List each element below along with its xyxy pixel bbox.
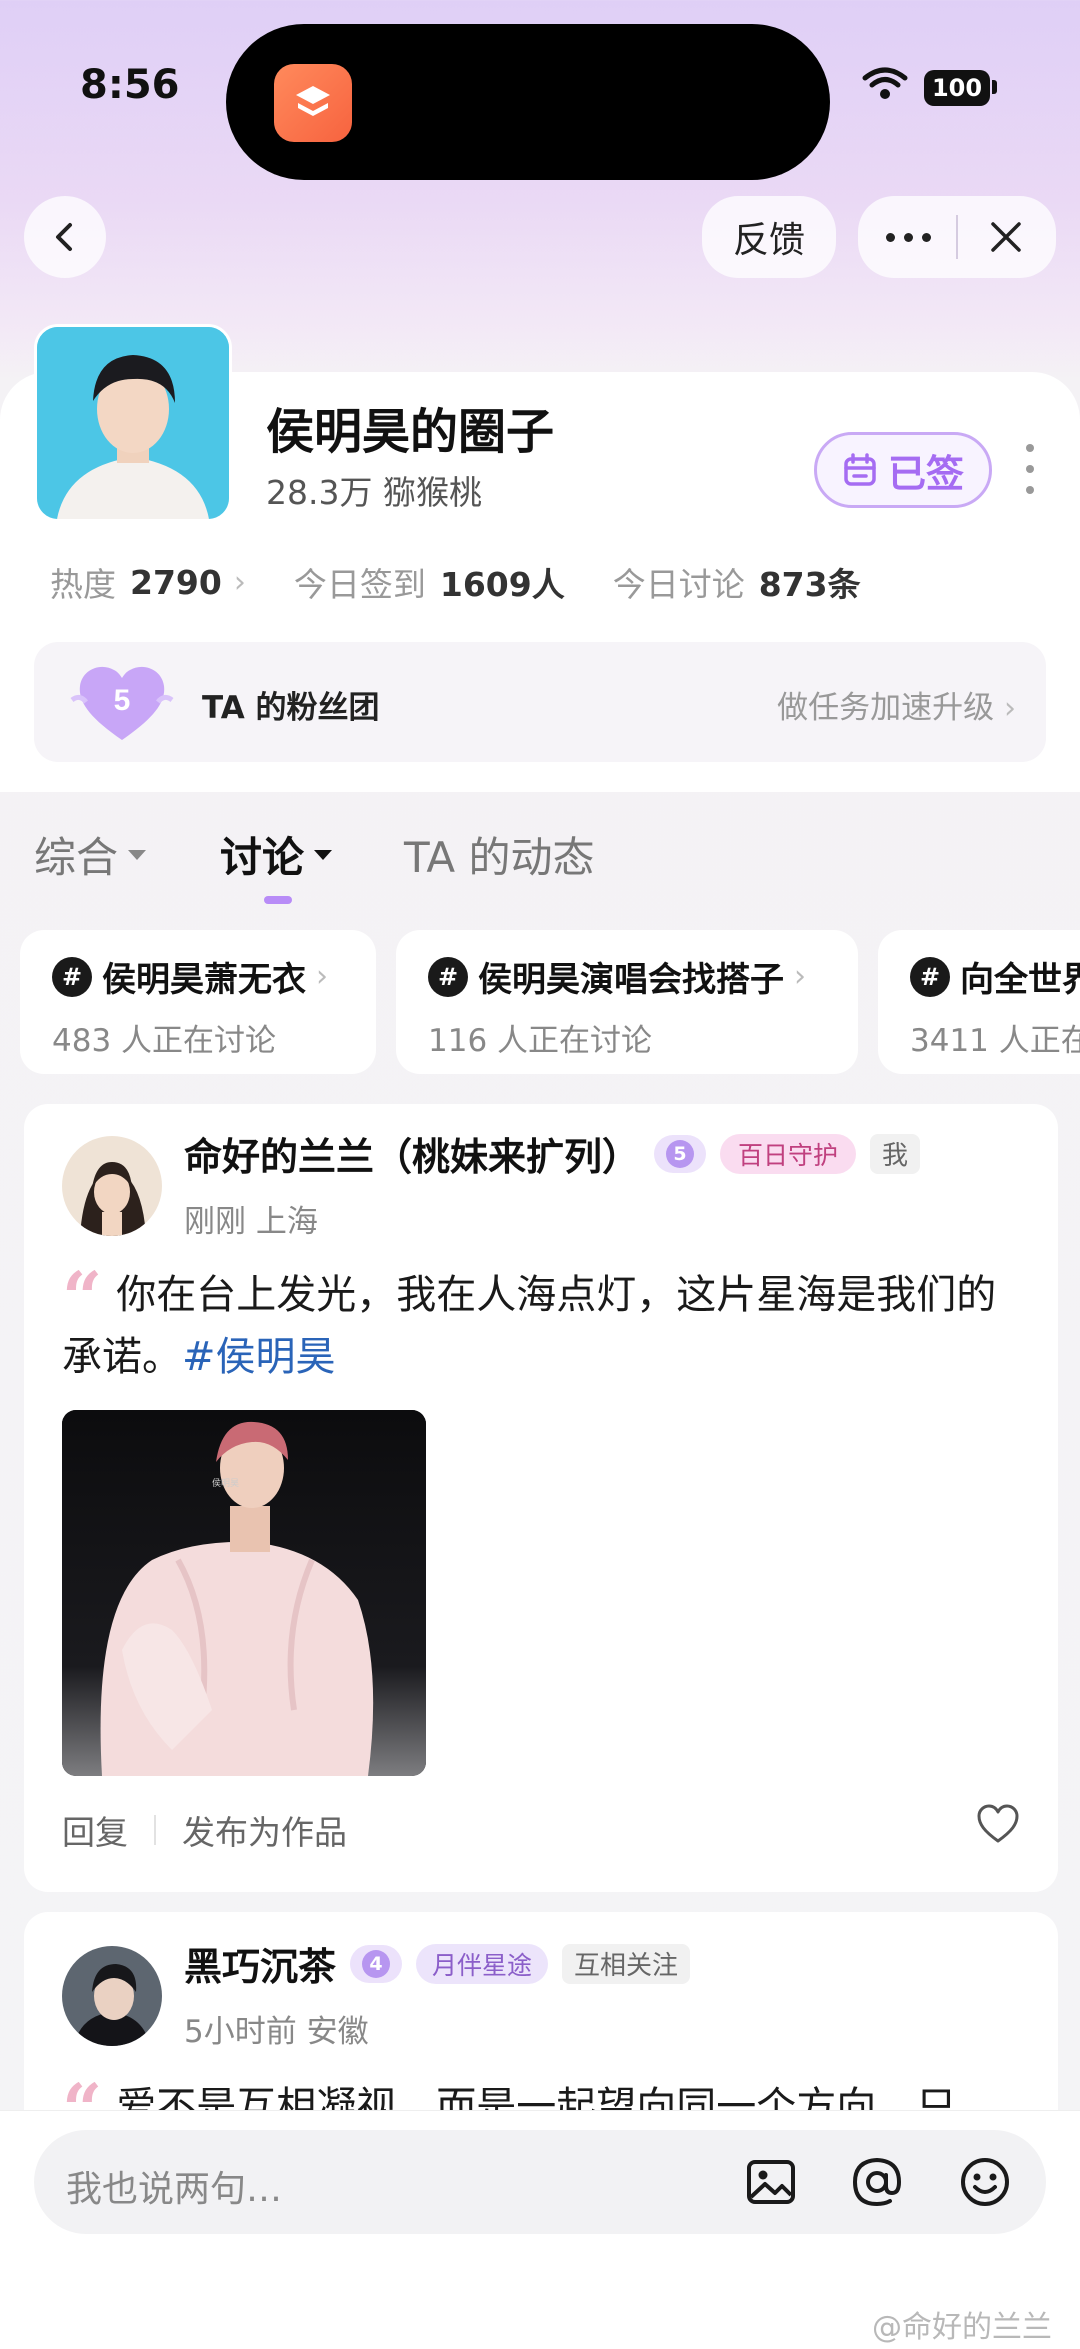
signed-in-button[interactable]: 已签 bbox=[814, 432, 992, 508]
chevron-left-icon bbox=[56, 223, 72, 251]
author-name[interactable]: 黑巧沉茶 bbox=[184, 1936, 336, 1991]
topic-title: 侯明昊演唱会找搭子 bbox=[478, 960, 784, 1000]
publish-as-work-button[interactable]: 发布为作品 bbox=[182, 1806, 347, 1854]
battery-tip bbox=[992, 80, 997, 94]
post-actions: 回复 发布为作品 bbox=[62, 1806, 347, 1854]
chevron-right-icon: › bbox=[794, 959, 806, 994]
avatar[interactable] bbox=[62, 1136, 162, 1236]
honor-badge: 月伴星途 bbox=[416, 1943, 549, 1984]
heart-icon[interactable] bbox=[976, 1804, 1020, 1848]
tab-ta-activity[interactable]: TA 的动态 bbox=[404, 824, 594, 885]
image-picker-icon[interactable] bbox=[744, 2155, 798, 2213]
more-button[interactable] bbox=[860, 232, 956, 242]
level-value: 4 bbox=[362, 1949, 391, 1978]
calendar-icon bbox=[844, 453, 876, 486]
battery-indicator: 100 bbox=[924, 70, 990, 106]
comment-input[interactable]: 我也说两句… bbox=[34, 2130, 1046, 2234]
tab-label: 讨论 bbox=[220, 833, 305, 882]
post-meta: 5小时前 安徽 bbox=[184, 2014, 369, 2050]
stat-discussions: 今日讨论 873条 bbox=[613, 558, 861, 606]
stat-label: 今日讨论 bbox=[612, 565, 745, 604]
fan-club-row[interactable]: 5 TA 的粉丝团 做任务加速升级 › bbox=[34, 642, 1046, 762]
tab-active-indicator bbox=[264, 896, 292, 904]
topic-title: 侯明昊萧无衣 bbox=[102, 960, 306, 1000]
emoji-icon[interactable] bbox=[958, 2155, 1012, 2213]
hashtag-bubble-icon: # bbox=[910, 956, 950, 997]
post-card: 命好的兰兰（桃妹来扩列） 5 百日守护 我 刚刚 上海 “你在台上发光，我在人海… bbox=[24, 1104, 1058, 1892]
topic-card[interactable]: # 向全世界 3411 人正在 bbox=[878, 930, 1080, 1074]
image-caption: 侯明昊 bbox=[212, 1477, 239, 1488]
author-name[interactable]: 命好的兰兰（桃妹来扩列） bbox=[184, 1126, 640, 1181]
stat-label: 热度 bbox=[50, 565, 116, 604]
fan-club-hint: 做任务加速升级 › bbox=[777, 690, 1016, 726]
back-button[interactable] bbox=[24, 196, 106, 278]
level-badge: 5 bbox=[654, 1134, 707, 1173]
topic-count: 116 人正在讨论 bbox=[428, 1023, 653, 1059]
post-image[interactable]: 侯明昊 bbox=[62, 1410, 426, 1776]
tab-discussion[interactable]: 讨论 bbox=[220, 824, 333, 885]
circle-avatar[interactable] bbox=[34, 324, 232, 522]
tab-label: TA 的动态 bbox=[404, 833, 595, 882]
more-dots-icon bbox=[885, 232, 931, 242]
topic-title: 向全世界 bbox=[960, 960, 1080, 1000]
action-divider bbox=[154, 1815, 156, 1845]
stat-checkins: 今日签到 1609人 bbox=[294, 558, 565, 606]
self-tag: 我 bbox=[870, 1133, 921, 1174]
level-value: 5 bbox=[666, 1139, 695, 1168]
stat-heat[interactable]: 热度 2790 › bbox=[50, 558, 246, 606]
stat-label: 今日签到 bbox=[293, 565, 426, 604]
post-meta: 刚刚 上海 bbox=[184, 1204, 318, 1240]
more-options-icon[interactable] bbox=[1026, 444, 1034, 494]
stat-value: 2790 bbox=[130, 562, 222, 602]
circle-member-count: 28.3万 猕猴桃 bbox=[266, 473, 482, 512]
signed-label: 已签 bbox=[887, 451, 964, 496]
avatar[interactable] bbox=[62, 1946, 162, 2046]
hashtag-link[interactable]: #侯明昊 bbox=[182, 1334, 336, 1380]
stat-value: 873条 bbox=[758, 565, 861, 604]
post-body: “你在台上发光，我在人海点灯，这片星海是我们的承诺。#侯明昊 bbox=[62, 1263, 1032, 1388]
close-icon bbox=[991, 222, 1021, 252]
stat-value: 1609人 bbox=[439, 565, 565, 604]
mutual-follow-tag: 互相关注 bbox=[562, 1943, 691, 1984]
caret-down-icon bbox=[128, 849, 147, 860]
fan-level-heart-icon: 5 bbox=[70, 660, 174, 744]
dynamic-island bbox=[226, 24, 830, 180]
tab-overview[interactable]: 综合 bbox=[34, 824, 147, 885]
topic-count: 483 人正在讨论 bbox=[52, 1023, 277, 1059]
hashtag-bubble-icon: # bbox=[52, 956, 92, 997]
watermark: @命好的兰兰 bbox=[872, 2310, 1052, 2345]
chevron-right-icon: › bbox=[1004, 691, 1016, 726]
topic-card[interactable]: # 侯明昊演唱会找搭子 › 116 人正在讨论 bbox=[396, 930, 858, 1074]
feedback-button[interactable]: 反馈 bbox=[702, 196, 836, 278]
honor-badge: 百日守护 bbox=[720, 1133, 857, 1174]
reply-button[interactable]: 回复 bbox=[62, 1806, 128, 1854]
mention-icon[interactable] bbox=[850, 2155, 904, 2213]
status-time: 8:56 bbox=[80, 62, 180, 108]
close-button[interactable] bbox=[958, 218, 1054, 256]
circle-title: 侯明昊的圈子 bbox=[266, 404, 555, 460]
topic-card[interactable]: # 侯明昊萧无衣 › 483 人正在讨论 bbox=[20, 930, 376, 1074]
comment-placeholder: 我也说两句… bbox=[66, 2169, 283, 2210]
fan-level: 5 bbox=[114, 684, 131, 717]
wifi-icon bbox=[862, 66, 908, 106]
app-stack-icon[interactable] bbox=[274, 64, 352, 142]
chevron-right-icon: › bbox=[233, 564, 246, 600]
quote-icon: “ bbox=[62, 1256, 103, 1339]
miniapp-capsule bbox=[858, 196, 1056, 278]
tab-label: 综合 bbox=[34, 833, 119, 882]
hashtag-bubble-icon: # bbox=[428, 956, 468, 997]
chevron-right-icon: › bbox=[316, 959, 328, 994]
level-badge: 4 bbox=[350, 1944, 403, 1983]
caret-down-icon bbox=[314, 849, 333, 860]
fan-club-label: TA 的粉丝团 bbox=[202, 690, 380, 726]
topic-count: 3411 人正在 bbox=[910, 1023, 1080, 1059]
circle-stats: 热度 2790 › 今日签到 1609人 今日讨论 873条 bbox=[50, 558, 909, 606]
